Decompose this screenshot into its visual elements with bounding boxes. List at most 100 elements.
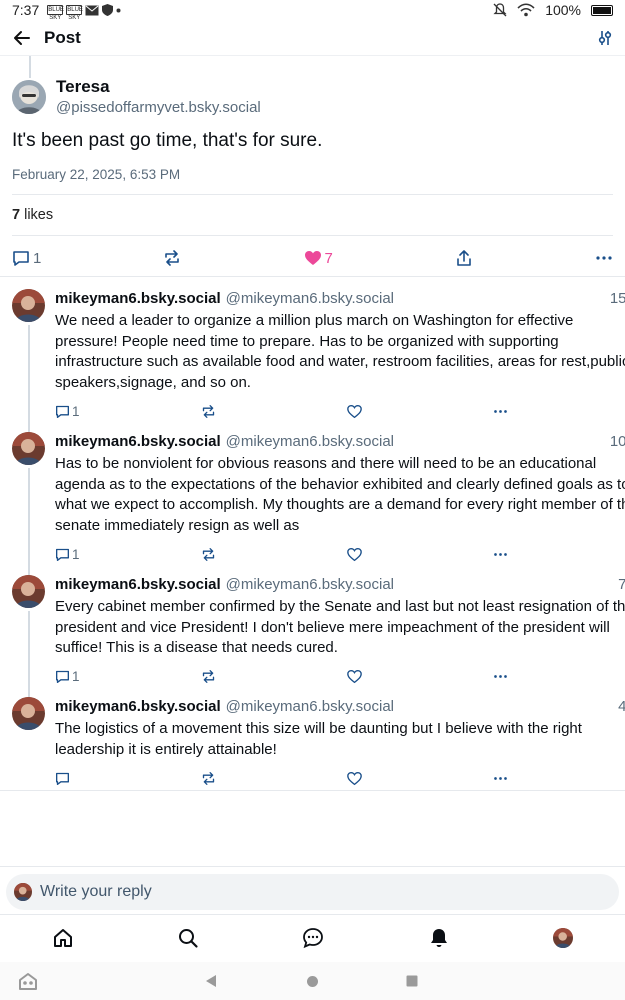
status-bar: 7:37 BLUE SKY BLUE SKY 100% xyxy=(0,0,625,21)
app-icon[interactable] xyxy=(18,972,38,990)
repost-button[interactable] xyxy=(201,404,347,419)
wifi-icon xyxy=(517,3,535,17)
back-triangle-icon[interactable] xyxy=(204,974,218,988)
heart-icon xyxy=(347,547,362,561)
battery-percent: 100% xyxy=(545,2,581,18)
status-notification-icons: BLUE SKY BLUE SKY xyxy=(47,4,121,21)
thread-line xyxy=(28,325,30,420)
reply-count: 1 xyxy=(72,403,80,419)
like-button[interactable]: 7 xyxy=(304,249,333,267)
reply-display-name[interactable]: mikeyman6.bsky.social xyxy=(55,575,221,595)
avatar[interactable] xyxy=(12,432,45,465)
avatar[interactable] xyxy=(12,289,45,322)
more-button[interactable] xyxy=(493,404,625,419)
more-icon xyxy=(494,675,507,678)
reply-button[interactable]: 1 xyxy=(12,249,41,267)
back-arrow-icon[interactable] xyxy=(12,28,32,48)
thread-line xyxy=(29,56,31,78)
divider xyxy=(0,866,625,867)
reply-button[interactable]: 1 xyxy=(55,404,201,419)
home-circle-icon[interactable] xyxy=(306,975,319,988)
more-button[interactable] xyxy=(595,249,613,267)
repost-icon xyxy=(202,404,215,418)
reply-composer[interactable]: Write your reply xyxy=(6,874,619,910)
reply-button[interactable]: 1 xyxy=(55,547,201,562)
system-nav-bar xyxy=(0,962,625,1000)
like-button[interactable] xyxy=(347,404,493,419)
reply-icon xyxy=(56,405,69,418)
repost-button[interactable] xyxy=(163,249,181,267)
mail-icon xyxy=(85,5,99,15)
repost-button[interactable] xyxy=(201,669,347,684)
chat-icon[interactable] xyxy=(302,927,324,949)
notification-mini-icon: BLUE SKY xyxy=(47,5,64,21)
reply-button[interactable]: 1 xyxy=(55,669,201,684)
reply-count: 1 xyxy=(72,546,80,562)
reply-handle[interactable]: @mikeyman6.bsky.social xyxy=(226,697,394,717)
heart-icon xyxy=(304,251,321,265)
reply-display-name[interactable]: mikeyman6.bsky.social xyxy=(55,289,221,309)
reply-count: 1 xyxy=(33,249,42,267)
reply-handle[interactable]: @mikeyman6.bsky.social xyxy=(226,289,394,309)
reply-handle[interactable]: @mikeyman6.bsky.social xyxy=(226,575,394,595)
repost-icon xyxy=(165,250,180,266)
reply-timestamp[interactable]: 15m xyxy=(610,289,625,309)
notification-mini-icon: BLUE SKY xyxy=(66,5,83,21)
top-header: Post xyxy=(0,20,625,56)
avatar xyxy=(14,883,32,901)
reply-count: 1 xyxy=(72,669,80,684)
reply-icon xyxy=(56,772,69,785)
more-icon xyxy=(494,776,507,780)
reply-text: Has to be nonviolent for obvious reasons… xyxy=(55,455,625,534)
post-timestamp: February 22, 2025, 6:53 PM xyxy=(12,167,181,182)
avatar[interactable] xyxy=(12,697,45,730)
notifications-icon[interactable] xyxy=(428,927,450,949)
battery-icon xyxy=(591,4,613,16)
avatar[interactable] xyxy=(12,80,46,114)
search-icon[interactable] xyxy=(177,927,199,949)
likes-count-link[interactable]: 7 likes xyxy=(12,195,613,235)
reply-timestamp[interactable]: 10m xyxy=(610,432,625,452)
share-icon xyxy=(457,250,471,266)
filter-icon[interactable] xyxy=(597,30,613,46)
more-button[interactable] xyxy=(493,669,625,684)
more-button[interactable] xyxy=(493,547,625,562)
thread-line xyxy=(28,685,30,697)
reply-handle[interactable]: @mikeyman6.bsky.social xyxy=(226,432,394,452)
avatar[interactable] xyxy=(12,575,45,608)
share-button[interactable] xyxy=(455,249,473,267)
more-icon xyxy=(596,256,612,260)
reply-icon xyxy=(56,670,69,683)
repost-button[interactable] xyxy=(201,547,347,562)
post-text: It's been past go time, that's for sure. xyxy=(12,130,323,151)
shield-icon xyxy=(102,4,114,16)
reply-timestamp[interactable]: 7m xyxy=(618,575,625,595)
reply-text: The logistics of a movement this size wi… xyxy=(55,720,582,758)
reply-item[interactable]: mikeyman6.bsky.social @mikeyman6.bsky.so… xyxy=(0,277,625,420)
page-title: Post xyxy=(44,27,81,47)
home-icon[interactable] xyxy=(52,927,74,949)
likes-label: likes xyxy=(24,207,54,223)
reply-icon xyxy=(56,548,69,561)
author-handle[interactable]: @pissedoffarmyvet.bsky.social xyxy=(56,98,261,118)
like-button[interactable] xyxy=(347,771,493,786)
reply-timestamp[interactable]: 4m xyxy=(618,697,625,717)
author-display-name[interactable]: Teresa xyxy=(56,76,261,98)
heart-icon xyxy=(347,771,362,785)
like-button[interactable] xyxy=(347,669,493,684)
like-button[interactable] xyxy=(347,547,493,562)
more-icon xyxy=(494,409,507,413)
more-button[interactable] xyxy=(493,771,625,786)
heart-icon xyxy=(347,404,362,418)
reply-button[interactable] xyxy=(55,771,201,786)
reply-item[interactable]: mikeyman6.bsky.social @mikeyman6.bsky.so… xyxy=(0,685,625,791)
reply-display-name[interactable]: mikeyman6.bsky.social xyxy=(55,697,221,717)
reply-placeholder[interactable]: Write your reply xyxy=(40,883,152,901)
main-post-author[interactable]: Teresa @pissedoffarmyvet.bsky.social xyxy=(12,76,613,118)
profile-avatar[interactable] xyxy=(553,927,574,948)
repost-button[interactable] xyxy=(201,771,347,786)
reply-display-name[interactable]: mikeyman6.bsky.social xyxy=(55,432,221,452)
recents-square-icon[interactable] xyxy=(406,975,418,987)
reply-item[interactable]: mikeyman6.bsky.social @mikeyman6.bsky.so… xyxy=(0,420,625,563)
reply-item[interactable]: mikeyman6.bsky.social @mikeyman6.bsky.so… xyxy=(0,563,625,685)
